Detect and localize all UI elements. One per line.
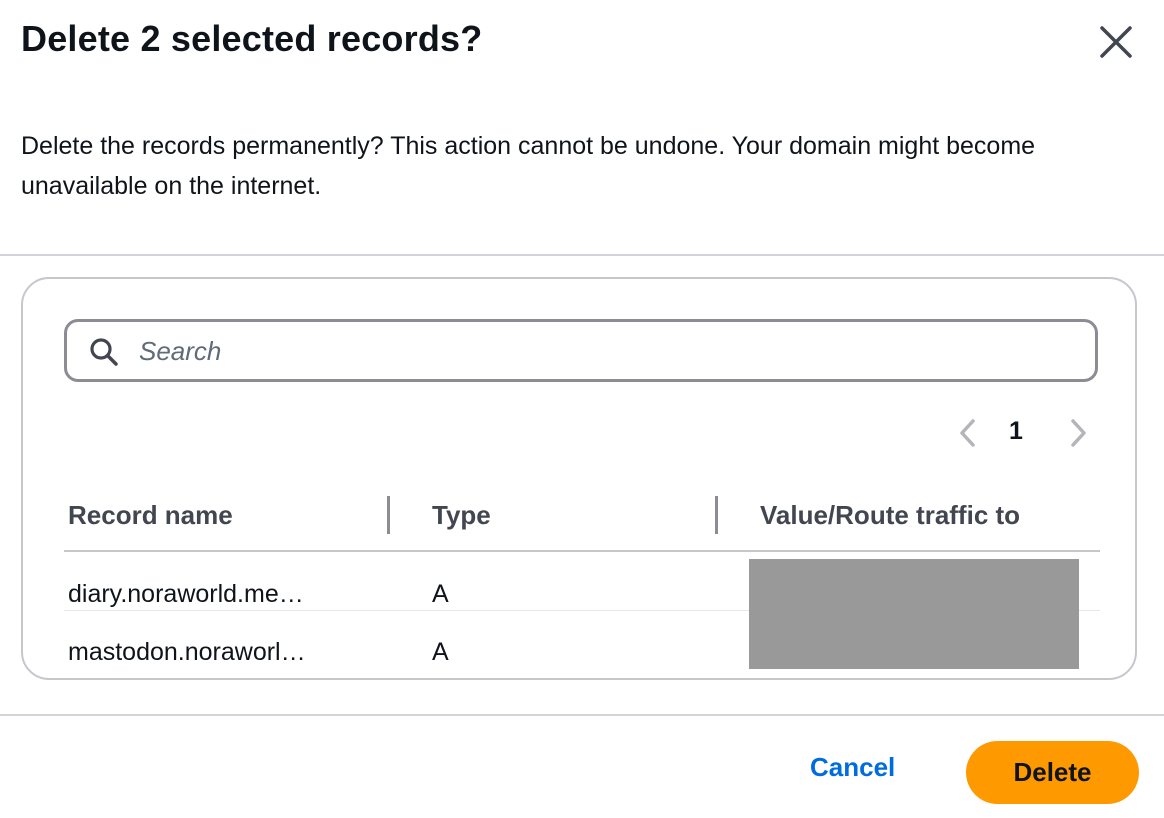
record-name-cell: diary.noraworld.me… [68,580,304,608]
cancel-button[interactable]: Cancel [810,752,895,783]
search-icon [90,338,118,366]
record-name-cell: mastodon.noraworl… [68,638,306,666]
column-header-record-name[interactable]: Record name [68,500,233,531]
header-divider [0,254,1164,256]
modal-description: Delete the records permanently? This act… [21,132,1036,200]
chevron-left-icon[interactable] [953,415,983,451]
page-number[interactable]: 1 [1009,417,1023,446]
chevron-right-icon[interactable] [1063,415,1093,451]
table-header-divider [64,550,1100,552]
modal-title: Delete 2 selected records? [21,18,483,59]
column-header-type[interactable]: Type [432,500,491,531]
delete-button[interactable]: Delete [966,741,1139,804]
records-table-container: 1 Record name Type Value/Route traffic t… [21,277,1137,680]
column-header-value[interactable]: Value/Route traffic to [760,500,1020,531]
column-resizer[interactable] [387,496,390,534]
record-type-cell: A [432,638,449,666]
footer-divider [0,714,1164,716]
close-button[interactable] [1094,20,1138,64]
column-resizer[interactable] [715,496,718,534]
close-icon [1100,26,1132,58]
search-input[interactable] [137,322,1081,381]
search-field [64,319,1098,382]
redacted-value-block [749,559,1079,669]
record-type-cell: A [432,580,449,608]
